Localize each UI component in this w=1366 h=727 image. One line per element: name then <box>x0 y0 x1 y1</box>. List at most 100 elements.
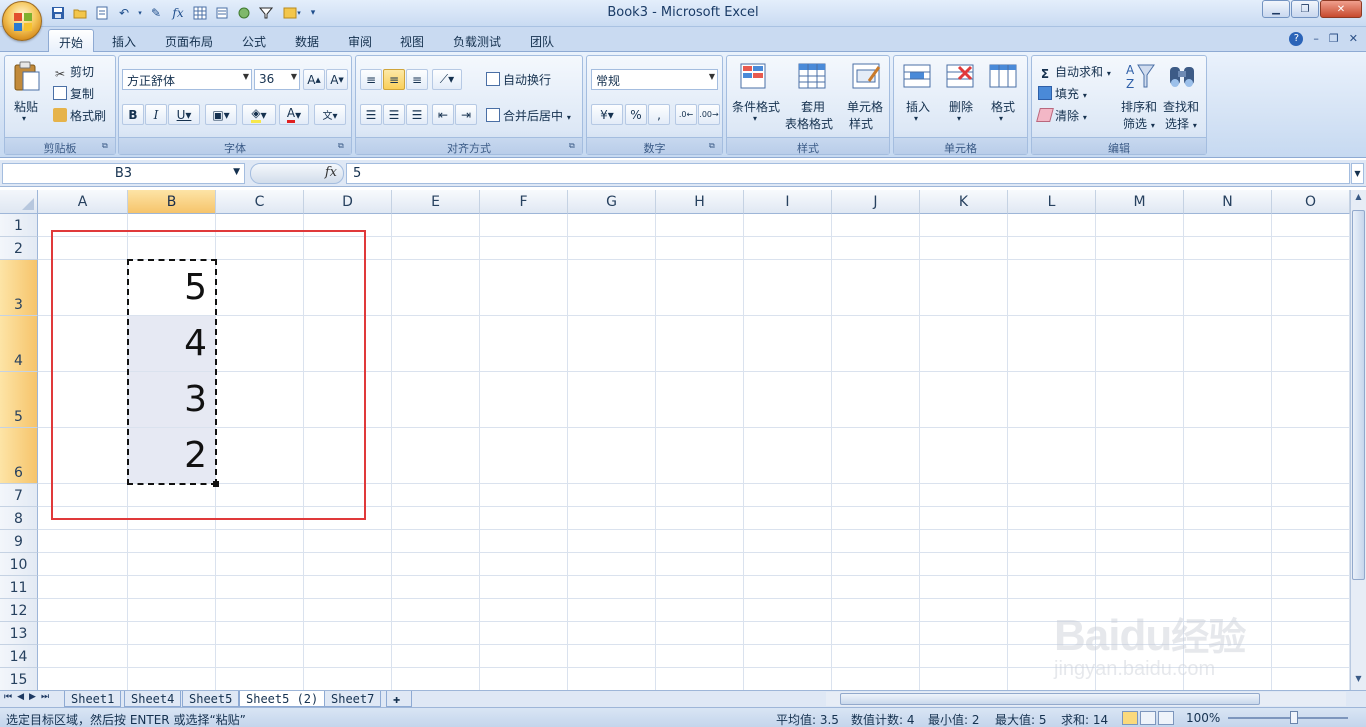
border-icon[interactable]: ▣▾ <box>205 104 237 125</box>
bold-icon[interactable]: B <box>122 104 144 125</box>
insert-dropdown-icon[interactable]: ▾ <box>914 114 918 123</box>
align-bottom-icon[interactable]: ≡ <box>406 69 428 90</box>
row-header-14[interactable]: 14 <box>0 645 38 668</box>
align-right-icon[interactable]: ☰ <box>406 104 428 125</box>
sort-filter-icon[interactable]: A Z <box>1124 61 1156 93</box>
row-header-9[interactable]: 9 <box>0 530 38 553</box>
sheet-tab[interactable]: Sheet7 <box>324 691 382 707</box>
increase-decimal-icon[interactable]: .0← <box>675 104 697 125</box>
insert-sheet-icon[interactable]: ✚ <box>386 691 412 707</box>
column-header-b[interactable]: B <box>128 190 216 214</box>
font-color-icon[interactable]: A ▾ <box>279 104 309 125</box>
phonetic-icon[interactable]: 文▾ <box>314 104 346 125</box>
shrink-font-icon[interactable]: A ▼ <box>326 69 348 90</box>
column-header-j[interactable]: J <box>832 190 920 214</box>
row-header-6[interactable]: 6 <box>0 428 38 484</box>
column-header-n[interactable]: N <box>1184 190 1272 214</box>
tab-load-test[interactable]: 负载测试 <box>443 29 511 52</box>
vertical-scrollbar[interactable]: ▲ ▼ <box>1350 190 1366 690</box>
paste-button-label[interactable]: 粘贴 <box>14 98 38 115</box>
next-sheet-icon[interactable]: ▶ <box>29 692 36 702</box>
tab-insert[interactable]: 插入 <box>102 29 146 52</box>
paste-icon[interactable] <box>11 60 43 92</box>
name-box-dropdown-icon[interactable]: ▼ <box>233 167 240 177</box>
normal-view-icon[interactable] <box>1122 711 1138 725</box>
row-header-11[interactable]: 11 <box>0 576 38 599</box>
align-left-icon[interactable]: ☰ <box>360 104 382 125</box>
column-header-d[interactable]: D <box>304 190 392 214</box>
font-size-select[interactable]: 36 ▼ <box>254 69 300 90</box>
row-header-13[interactable]: 13 <box>0 622 38 645</box>
prev-sheet-icon[interactable]: ◀ <box>17 692 24 702</box>
help-icon[interactable]: ? <box>1289 32 1304 46</box>
name-box[interactable]: B3 ▼ <box>2 163 245 184</box>
select-all-corner[interactable] <box>0 190 38 214</box>
conditional-format-label[interactable]: 条件格式 <box>732 98 780 115</box>
sort-filter-label-1[interactable]: 排序和 <box>1121 98 1157 115</box>
row-header-4[interactable]: 4 <box>0 316 38 372</box>
font-launcher-icon[interactable]: ⧉ <box>338 141 348 151</box>
tab-home[interactable]: 开始 <box>48 29 95 52</box>
merge-center-button[interactable]: 合并后居中 ▾ <box>486 107 571 124</box>
delete-label[interactable]: 删除 <box>949 98 973 115</box>
insert-function-icon[interactable]: fx <box>325 165 337 180</box>
percent-button[interactable]: % <box>625 104 647 125</box>
find-select-icon[interactable] <box>1166 61 1198 93</box>
format-dropdown-icon[interactable]: ▾ <box>999 114 1003 123</box>
last-sheet-icon[interactable]: ⏭ <box>41 692 49 702</box>
orientation-icon[interactable]: ⟋▾ <box>432 69 462 90</box>
insert-label[interactable]: 插入 <box>906 98 930 115</box>
sheet-tab[interactable]: Sheet4 <box>124 691 182 707</box>
delete-dropdown-icon[interactable]: ▾ <box>957 114 961 123</box>
column-header-k[interactable]: K <box>920 190 1008 214</box>
sheet-tab[interactable]: Sheet5 <box>182 691 240 707</box>
tab-view[interactable]: 视图 <box>390 29 434 52</box>
number-launcher-icon[interactable]: ⧉ <box>709 141 719 151</box>
office-button[interactable] <box>2 1 42 41</box>
ribbon-close-icon[interactable]: ✕ <box>1349 32 1358 46</box>
autosum-button[interactable]: Σ 自动求和 ▾ <box>1038 63 1111 81</box>
row-header-7[interactable]: 7 <box>0 484 38 507</box>
column-header-g[interactable]: G <box>568 190 656 214</box>
format-cells-icon[interactable] <box>988 61 1020 93</box>
decrease-indent-icon[interactable]: ⇤ <box>432 104 454 125</box>
horizontal-scroll-thumb[interactable] <box>840 693 1260 705</box>
decrease-decimal-icon[interactable]: .00→ <box>698 104 720 125</box>
copy-button[interactable]: 复制 <box>53 85 94 102</box>
scroll-up-icon[interactable]: ▲ <box>1352 192 1365 206</box>
align-center-icon[interactable]: ☰ <box>383 104 405 125</box>
row-header-2[interactable]: 2 <box>0 237 38 260</box>
column-header-c[interactable]: C <box>216 190 304 214</box>
font-name-select[interactable]: 方正舒体 ▼ <box>122 69 252 90</box>
column-header-e[interactable]: E <box>392 190 480 214</box>
row-header-12[interactable]: 12 <box>0 599 38 622</box>
column-header-i[interactable]: I <box>744 190 832 214</box>
first-sheet-icon[interactable]: ⏮ <box>4 692 12 702</box>
tab-data[interactable]: 数据 <box>285 29 329 52</box>
format-as-table-label-2[interactable]: 表格格式 <box>785 115 833 132</box>
restore-icon[interactable]: ❐ <box>1291 0 1319 18</box>
currency-icon[interactable]: ¥▾ <box>591 104 623 125</box>
fill-button[interactable]: 填充 ▾ <box>1038 85 1087 102</box>
tab-formulas[interactable]: 公式 <box>232 29 276 52</box>
align-middle-icon[interactable]: ≡ <box>383 69 405 90</box>
italic-icon[interactable]: I <box>145 104 167 125</box>
tab-team[interactable]: 团队 <box>520 29 564 52</box>
sheet-tab[interactable]: Sheet1 <box>64 691 122 707</box>
cell-styles-label-1[interactable]: 单元格 <box>847 98 883 115</box>
cell-styles-icon[interactable] <box>851 61 883 93</box>
column-header-f[interactable]: F <box>480 190 568 214</box>
column-header-o[interactable]: O <box>1272 190 1350 214</box>
number-format-select[interactable]: 常规 ▼ <box>591 69 718 90</box>
grow-font-icon[interactable]: A ▲ <box>303 69 325 90</box>
column-header-m[interactable]: M <box>1096 190 1184 214</box>
ribbon-minimize-icon[interactable]: – <box>1313 32 1319 46</box>
ribbon-restore-icon[interactable]: ❐ <box>1329 32 1339 46</box>
row-header-10[interactable]: 10 <box>0 553 38 576</box>
page-layout-view-icon[interactable] <box>1140 711 1156 725</box>
format-as-table-icon[interactable] <box>797 61 829 93</box>
column-header-h[interactable]: H <box>656 190 744 214</box>
format-label[interactable]: 格式 <box>991 98 1015 115</box>
row-header-5[interactable]: 5 <box>0 372 38 428</box>
close-icon[interactable]: ✕ <box>1320 0 1362 18</box>
